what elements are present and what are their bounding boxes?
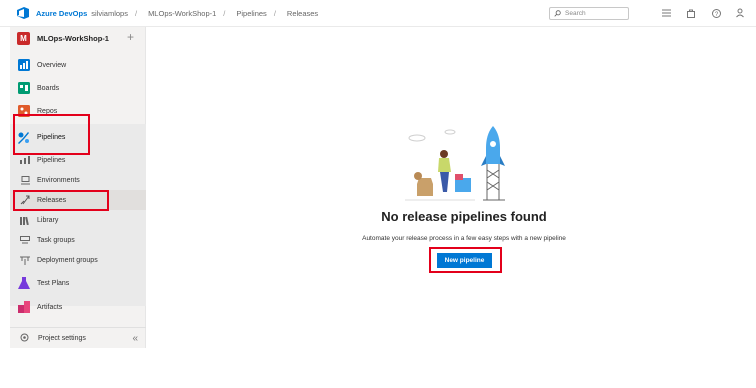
sidebar-item-label: Releases — [37, 196, 67, 204]
bag-icon[interactable] — [685, 7, 697, 19]
breadcrumb-separator: / — [273, 8, 276, 18]
breadcrumb-pipelines[interactable]: Pipelines — [236, 9, 266, 18]
new-pipeline-button[interactable]: New pipeline — [437, 253, 492, 268]
sidebar-item-label: Repos — [37, 107, 58, 115]
sidebar-item-test-plans[interactable]: Test Plans — [10, 273, 146, 293]
overview-icon — [17, 59, 30, 72]
sidebar-item-label: Environments — [37, 176, 80, 184]
sidebar-subitem-releases[interactable]: Releases — [10, 190, 146, 210]
sidebar-item-label: Task groups — [37, 236, 75, 244]
sidebar-item-label: Boards — [37, 84, 60, 92]
help-icon[interactable]: ? — [710, 7, 722, 19]
list-icon[interactable] — [660, 7, 672, 19]
breadcrumb-org[interactable]: silviamlops — [91, 9, 128, 18]
empty-state-title: No release pipelines found — [381, 209, 547, 224]
environments-icon — [20, 175, 30, 185]
project-settings-label: Project settings — [38, 334, 86, 342]
breadcrumb-separator: / — [134, 8, 138, 18]
project-avatar: M — [17, 31, 30, 45]
sidebar: M MLOps-WorkShop-1 + Overview Boards Rep… — [10, 27, 146, 348]
library-icon — [20, 215, 30, 225]
pipelines-icon — [17, 131, 30, 144]
sidebar-subitem-environments[interactable]: Environments — [10, 170, 146, 190]
project-settings-button[interactable]: Project settings « — [10, 327, 146, 348]
repos-icon — [17, 105, 30, 118]
boards-icon — [17, 82, 30, 95]
sidebar-item-label: Library — [37, 216, 59, 224]
breadcrumb-releases[interactable]: Releases — [287, 9, 318, 18]
brand-link[interactable]: Azure DevOps — [36, 9, 87, 18]
breadcrumb-separator: / — [223, 8, 226, 18]
add-icon[interactable]: + — [127, 30, 134, 44]
releases-icon — [20, 195, 30, 205]
azure-devops-logo-icon[interactable] — [16, 7, 30, 19]
sidebar-subitem-task-groups[interactable]: Task groups — [10, 230, 146, 250]
pipelines-sub-icon — [20, 155, 30, 165]
sidebar-subitem-library[interactable]: Library — [10, 210, 146, 230]
search-input[interactable]: Search — [549, 7, 629, 20]
project-header[interactable]: M MLOps-WorkShop-1 — [10, 27, 145, 49]
search-icon — [554, 10, 561, 17]
sidebar-item-repos[interactable]: Repos — [10, 101, 146, 121]
sidebar-item-label: Artifacts — [37, 303, 63, 311]
deployment-groups-icon — [20, 255, 30, 265]
sidebar-item-label: Test Plans — [37, 279, 70, 287]
empty-state-description: Automate your release process in a few e… — [362, 235, 566, 242]
gear-icon — [20, 333, 29, 344]
project-name: MLOps-WorkShop-1 — [37, 33, 109, 43]
sidebar-subitem-deployment-groups[interactable]: Deployment groups — [10, 250, 146, 270]
sidebar-item-label: Overview — [37, 61, 67, 69]
breadcrumb-project[interactable]: MLOps-WorkShop-1 — [148, 9, 216, 18]
test-plans-icon — [17, 277, 30, 290]
top-bar: Azure DevOps silviamlops / MLOps-WorkSho… — [0, 0, 756, 27]
sidebar-item-pipelines[interactable]: Pipelines — [10, 127, 146, 147]
sidebar-item-label: Pipelines — [37, 156, 66, 164]
sidebar-item-artifacts[interactable]: Artifacts — [10, 297, 146, 317]
sidebar-subitem-pipelines[interactable]: Pipelines — [10, 150, 146, 170]
empty-state-illustration — [405, 126, 505, 201]
user-settings-icon[interactable] — [735, 7, 747, 19]
task-groups-icon — [20, 235, 30, 245]
sidebar-item-boards[interactable]: Boards — [10, 78, 146, 98]
search-placeholder: Search — [565, 10, 586, 17]
sidebar-item-overview[interactable]: Overview — [10, 55, 146, 75]
sidebar-item-label: Deployment groups — [37, 256, 98, 264]
collapse-sidebar-icon[interactable]: « — [132, 333, 138, 344]
artifacts-icon — [17, 301, 30, 314]
sidebar-item-label: Pipelines — [37, 133, 66, 141]
